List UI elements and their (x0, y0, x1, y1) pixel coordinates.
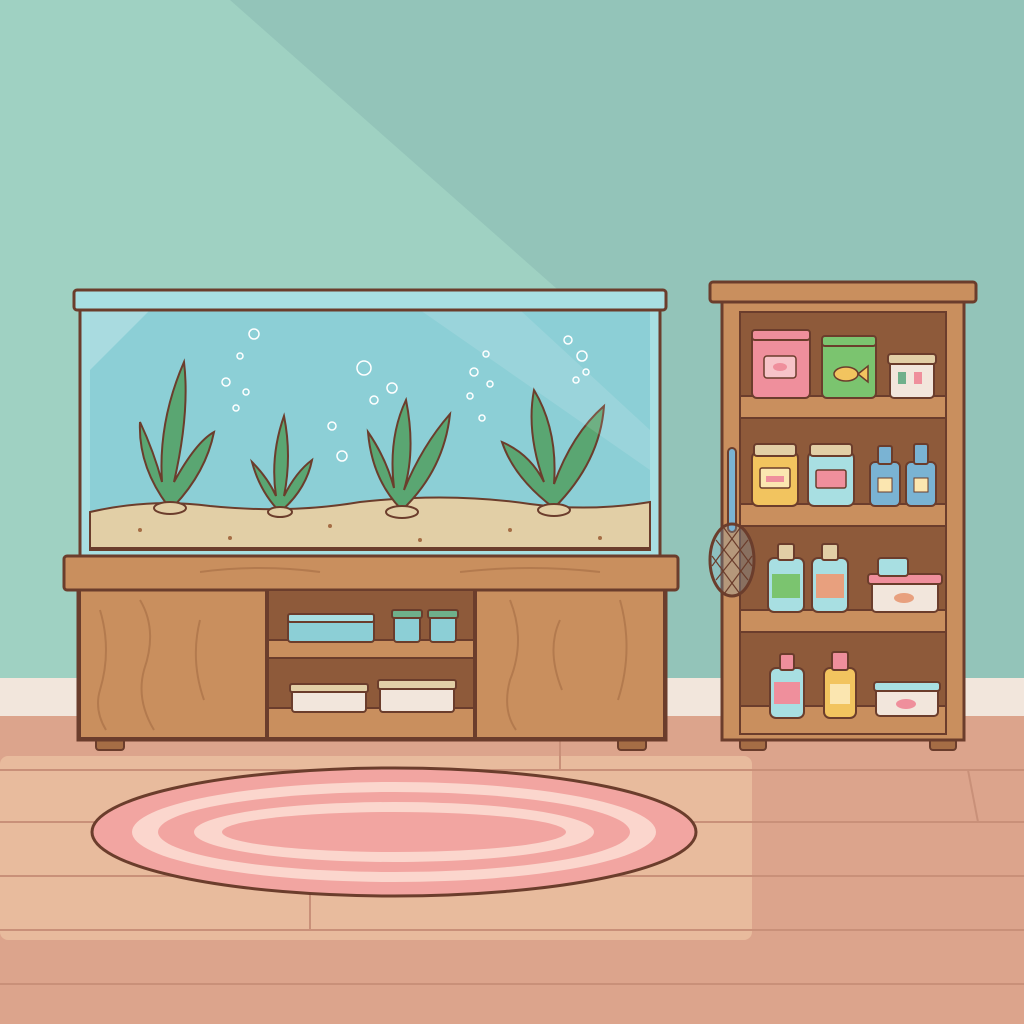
aquarium[interactable] (72, 288, 668, 558)
green-fish-food-bag[interactable] (821, 335, 877, 399)
yellow-jar[interactable] (751, 443, 799, 507)
storage-container[interactable] (289, 683, 369, 713)
rug[interactable] (90, 766, 698, 898)
storage-container[interactable] (377, 679, 457, 713)
flat-container[interactable] (873, 681, 941, 717)
small-jar[interactable] (391, 609, 423, 643)
pink-food-bag[interactable] (751, 329, 811, 399)
shelf-unit (708, 280, 978, 751)
stand-right-door[interactable] (475, 589, 665, 739)
container-icon (889, 359, 935, 399)
blue-jar[interactable] (807, 443, 855, 507)
game-scene (0, 0, 1024, 1024)
small-jar[interactable] (427, 609, 459, 643)
aquarium-lid (72, 288, 668, 312)
blue-tray[interactable] (287, 613, 375, 643)
aquarium-stand (62, 554, 680, 751)
scene-canvas (0, 0, 1024, 1024)
food-container[interactable] (887, 353, 937, 399)
stand-left-door[interactable] (79, 589, 267, 739)
